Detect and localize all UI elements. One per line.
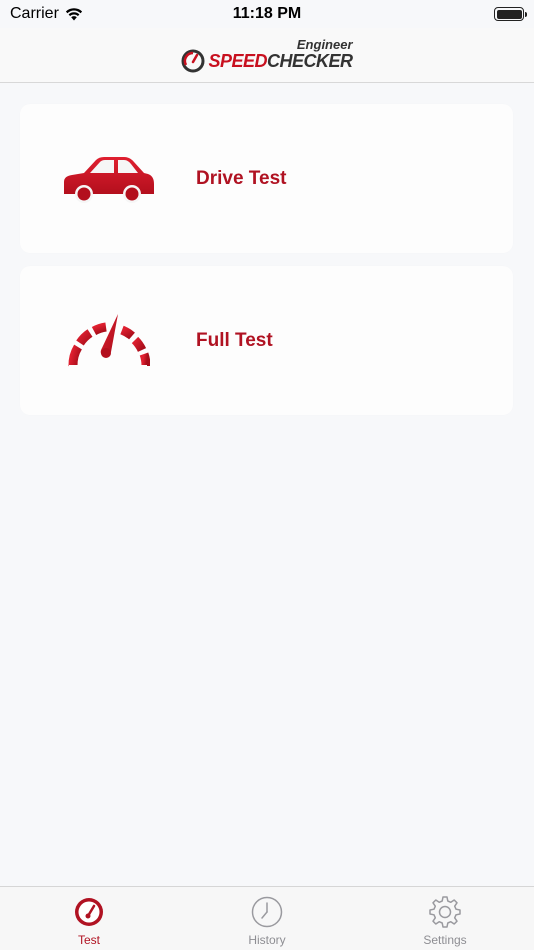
speedchecker-logo: Engineer SPEED CHECKER (181, 35, 353, 75)
logo-main: SPEED CHECKER (181, 49, 353, 73)
logo-gauge-icon (181, 49, 205, 73)
speedometer-tab-icon (75, 898, 103, 926)
full-test-label: Full Test (196, 329, 273, 351)
card-icon-wrap (20, 104, 196, 253)
full-test-card[interactable]: Full Test (20, 266, 513, 415)
drive-test-label: Drive Test (196, 167, 287, 189)
speedometer-icon (68, 313, 150, 367)
battery-fill (496, 9, 522, 19)
card-icon-wrap (20, 266, 196, 415)
tab-history-label: History (248, 933, 286, 947)
tab-test-label: Test (77, 933, 100, 947)
car-icon (64, 156, 154, 203)
carrier-label: Carrier (10, 5, 59, 22)
tab-bar: Test History Settings (0, 886, 534, 950)
gear-icon (429, 896, 461, 928)
logo-checker-text: CHECKER (267, 50, 353, 71)
logo-engineer-text: Engineer (296, 37, 353, 52)
status-bar: Carrier 11:18 PM (0, 0, 534, 28)
drive-test-card[interactable]: Drive Test (20, 104, 513, 253)
tab-test[interactable]: Test (0, 887, 178, 950)
tab-settings-label: Settings (423, 933, 467, 947)
battery-icon (494, 7, 527, 21)
status-left: Carrier (10, 5, 83, 23)
app-header: Engineer SPEED CHECKER (0, 28, 534, 83)
logo-speed-text: SPEED (208, 50, 267, 71)
tab-settings[interactable]: Settings (356, 887, 534, 950)
wifi-icon (65, 8, 82, 21)
tab-history[interactable]: History (178, 887, 356, 950)
clock-icon (251, 896, 283, 928)
